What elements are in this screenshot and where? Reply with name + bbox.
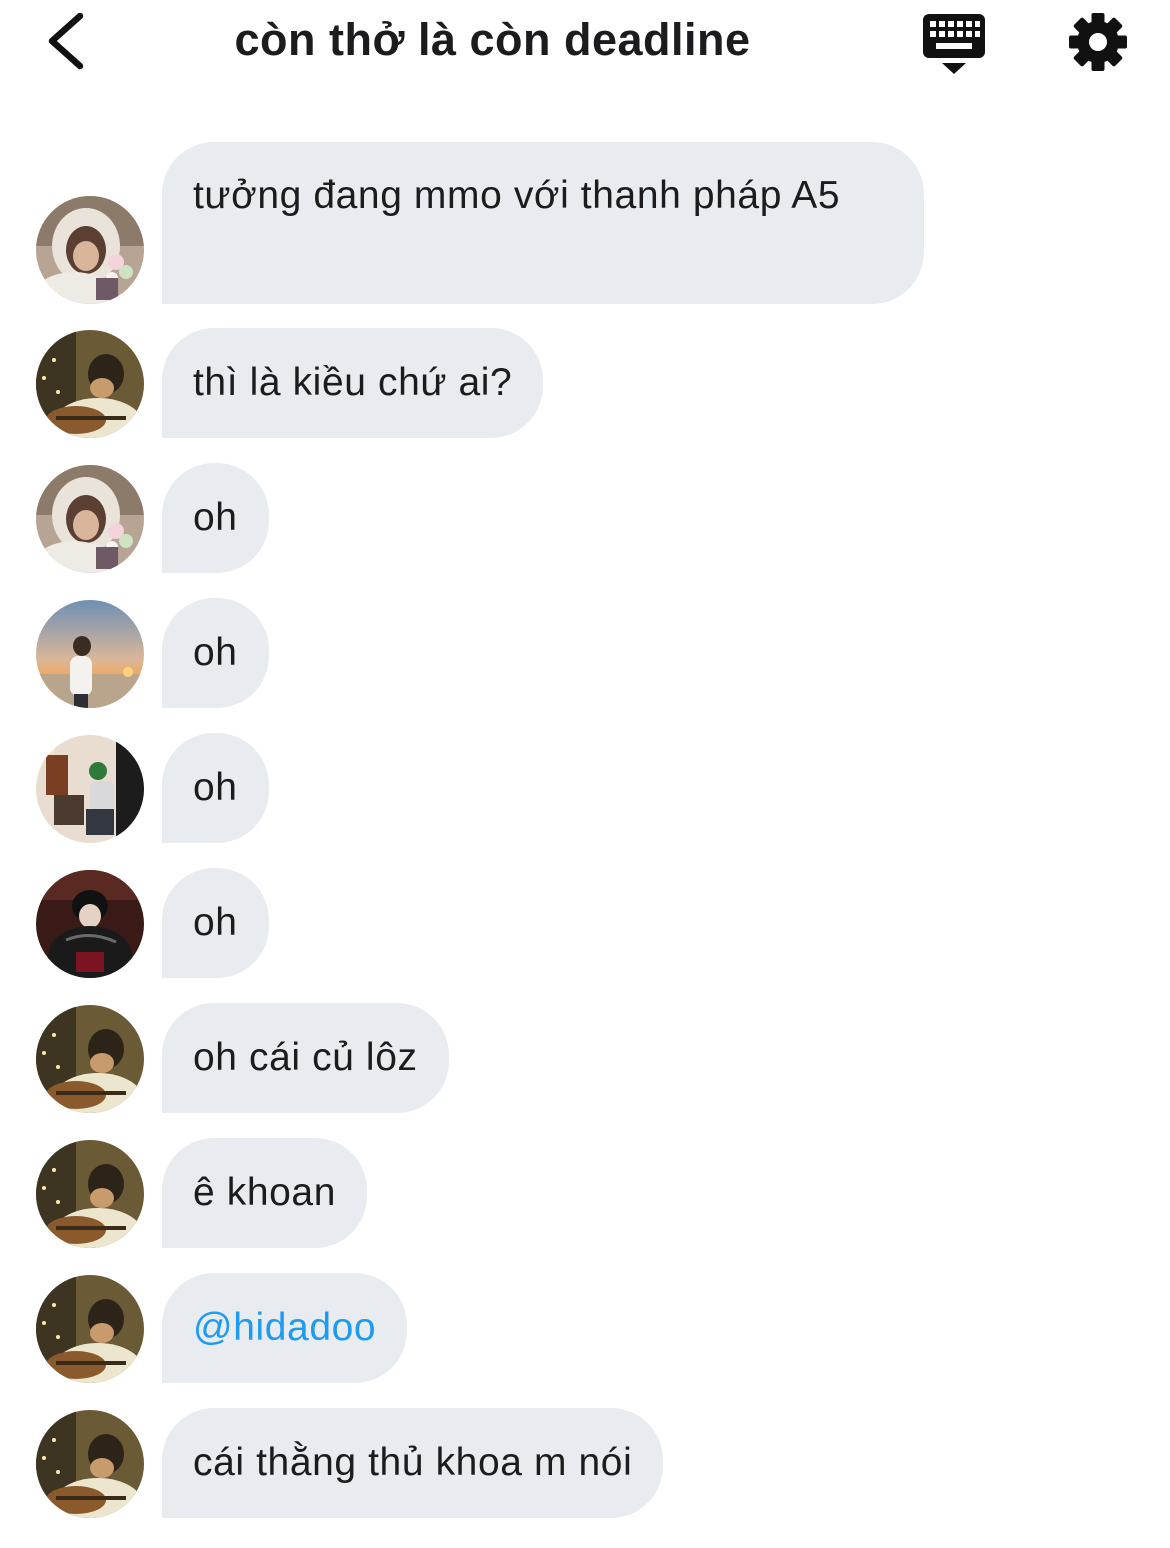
message-row: oh [0,868,1170,978]
message-bubble[interactable]: thì là kiều chứ ai? [162,328,544,438]
message-bubble[interactable]: @hidadoo [162,1273,408,1383]
avatar-image [36,735,144,843]
avatar-image [36,870,144,978]
avatar-guitar-boy[interactable] [36,330,144,438]
settings-button[interactable] [1066,10,1130,74]
message-bubble[interactable]: oh [162,868,269,978]
message-text: cái thằng thủ khoa m nói [193,1441,633,1484]
avatar-image [36,1410,144,1518]
message-row: thì là kiều chứ ai? [0,328,1170,438]
avatar-image [36,1005,144,1113]
gear-icon [1069,13,1127,71]
message-row: oh cái củ lôz [0,1003,1170,1113]
message-text: ê khoan [193,1171,336,1214]
keyboard-toggle-button[interactable] [920,10,988,76]
message-row: oh [0,598,1170,708]
message-row: oh [0,733,1170,843]
avatar-image [36,196,144,304]
message-text: thì là kiều chứ ai? [193,361,513,404]
message-row: @hidadoo [0,1273,1170,1383]
message-row: cái thằng thủ khoa m nói [0,1408,1170,1518]
avatar-image [36,1275,144,1383]
page-title: còn thở là còn deadline [234,14,751,65]
message-text: oh [193,496,238,539]
message-text: oh cái củ lôz [193,1036,418,1079]
message-bubble[interactable]: ê khoan [162,1138,367,1248]
message-row: ê khoan [0,1138,1170,1248]
chat-header: còn thở là còn deadline [0,0,1170,90]
message-row: tưởng đang mmo với thanh pháp A5 [0,142,1170,304]
avatar-room-boy[interactable] [36,735,144,843]
avatar-guitar-boy[interactable] [36,1140,144,1248]
message-text: tưởng đang mmo với thanh pháp A5 [193,174,841,217]
avatar-sunset-boy[interactable] [36,600,144,708]
avatar-hoodie-girl[interactable] [36,196,144,304]
avatar-guitar-boy[interactable] [36,1275,144,1383]
message-bubble[interactable]: oh [162,733,269,843]
message-row: oh [0,463,1170,573]
avatar-image [36,330,144,438]
back-button[interactable] [40,8,96,74]
message-text: oh [193,901,238,944]
avatar-hoodie-girl[interactable] [36,465,144,573]
message-text: oh [193,766,238,809]
avatar-image [36,1140,144,1248]
message-text: oh [193,631,238,674]
message-bubble[interactable]: oh [162,598,269,708]
avatar-leather-boy[interactable] [36,870,144,978]
message-bubble[interactable]: cái thằng thủ khoa m nói [162,1408,664,1518]
mention-link[interactable]: @hidadoo [193,1302,376,1354]
message-bubble[interactable]: tưởng đang mmo với thanh pháp A5 [162,142,924,304]
avatar-image [36,600,144,708]
avatar-image [36,465,144,573]
chevron-left-icon [48,12,84,70]
message-bubble[interactable]: oh cái củ lôz [162,1003,449,1113]
message-bubble[interactable]: oh [162,463,269,573]
avatar-guitar-boy[interactable] [36,1005,144,1113]
avatar-guitar-boy[interactable] [36,1410,144,1518]
keyboard-icon [923,14,985,74]
